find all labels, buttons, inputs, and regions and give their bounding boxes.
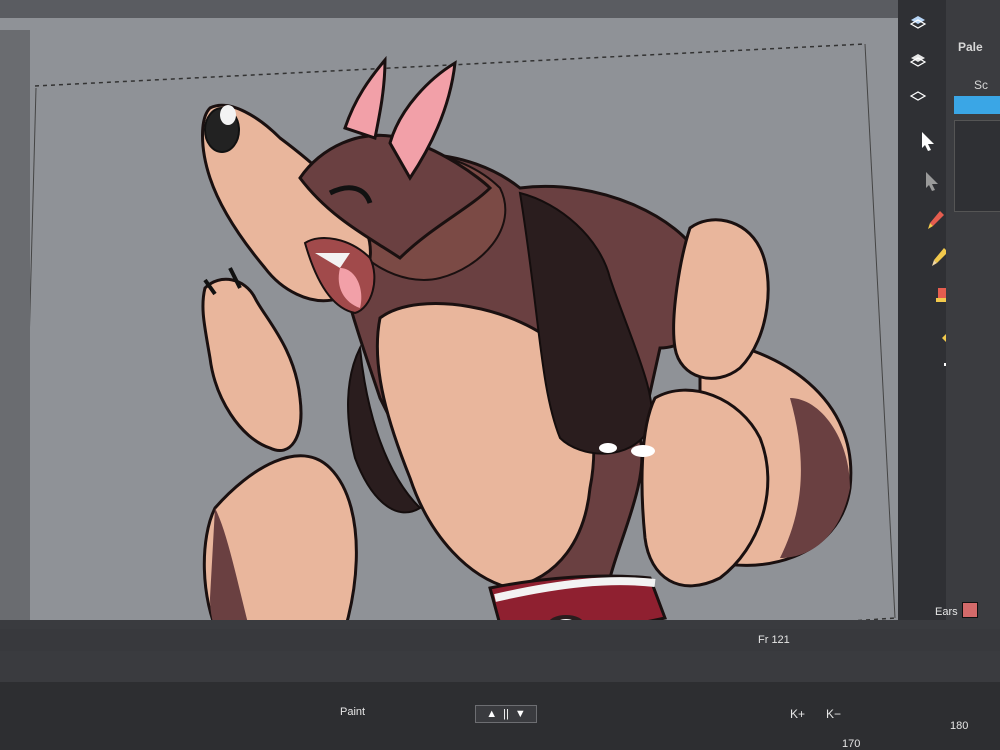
frame-start-label: 170 [842,738,861,750]
remove-key-button[interactable]: K− [826,707,841,721]
frame-end-label: 180 [950,720,969,732]
layers-icon[interactable] [903,8,933,38]
stage-canvas[interactable] [0,18,900,668]
frame-nav-buttons[interactable]: ▲ || ▼ [475,705,537,723]
frame-edge-right [864,43,896,619]
layers-stack-icon[interactable] [903,44,933,74]
screen: Pale Sc Fr 121 Ears Paint ▲ || ▼ K+ K− 1… [0,0,1000,750]
left-scrollbar[interactable] [0,30,30,670]
prev-frame-icon[interactable]: ▲ [486,708,497,720]
layer-name-label: Ears [935,606,958,618]
separator-icon: || [503,708,509,720]
next-frame-icon[interactable]: ▼ [515,708,526,720]
layers-icon[interactable] [903,82,933,112]
frame-indicator: Fr 121 [758,634,790,646]
layer-color-swatch[interactable] [962,602,978,618]
palette-list[interactable] [954,120,1000,212]
select-arrow-icon[interactable] [912,125,942,155]
panel-tab[interactable]: Sc [974,78,988,92]
werewolf-drawing[interactable] [201,55,853,668]
add-key-button[interactable]: K+ [790,707,805,721]
selected-color-swatch[interactable] [954,96,1000,114]
panel-title: Pale [958,40,983,54]
contour-editor-icon[interactable] [916,165,946,195]
camera-viewport[interactable] [0,18,900,668]
timeline-ruler[interactable] [0,629,1000,651]
palette-panel: Pale Sc [946,0,1000,630]
mode-label: Paint [340,706,366,718]
